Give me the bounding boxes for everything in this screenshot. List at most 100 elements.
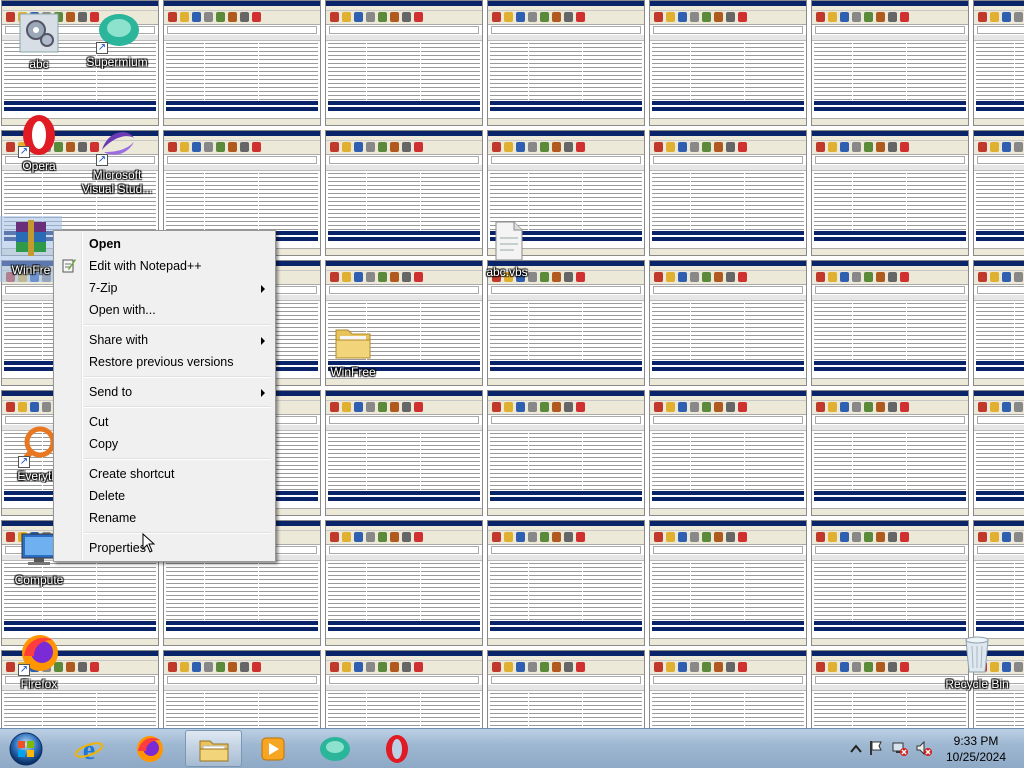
menu-item-edit-with-notepad[interactable]: Edit with Notepad++ — [56, 255, 273, 277]
taskbar: e 9:33 PM 10/25/2024 — [0, 728, 1024, 768]
desktop-icon-supermium[interactable]: ↗ Supermium — [78, 8, 156, 69]
file-manager-thumbnail — [811, 520, 969, 646]
menu-item-properties[interactable]: Properties — [56, 537, 273, 559]
menu-separator — [84, 532, 271, 534]
submenu-arrow-icon — [261, 285, 265, 293]
menu-item-open[interactable]: Open — [56, 233, 273, 255]
supermium-icon: ↗ — [94, 8, 140, 54]
windows-orb-icon — [9, 732, 43, 766]
menu-item-label: Properties — [89, 541, 146, 555]
menu-item-create-shortcut[interactable]: Create shortcut — [56, 463, 273, 485]
gear-settings-icon — [16, 10, 62, 56]
opera-icon — [386, 734, 408, 763]
menu-separator — [84, 458, 271, 460]
shortcut-arrow-icon: ↗ — [18, 456, 30, 468]
supermium-icon — [320, 736, 350, 761]
taskbar-firefox[interactable] — [123, 730, 177, 767]
menu-item-copy[interactable]: Copy — [56, 433, 273, 455]
visual-studio-icon: ↗ — [94, 120, 140, 166]
desktop-icon-winfree-folder[interactable]: WinFree — [314, 318, 392, 379]
file-manager-thumbnail — [325, 650, 483, 728]
menu-item-rename[interactable]: Rename — [56, 507, 273, 529]
firefox-icon — [137, 735, 163, 762]
shortcut-arrow-icon: ↗ — [96, 42, 108, 54]
file-manager-thumbnail — [325, 520, 483, 646]
menu-item-delete[interactable]: Delete — [56, 485, 273, 507]
file-manager-thumbnail — [811, 130, 969, 256]
menu-item-7zip[interactable]: 7-Zip — [56, 277, 273, 299]
start-button[interactable] — [4, 731, 48, 767]
action-center-flag-icon[interactable] — [868, 740, 884, 756]
menu-item-restore-previous-versions[interactable]: Restore previous versions — [56, 351, 273, 373]
file-manager-thumbnail — [163, 0, 321, 126]
file-manager-thumbnail — [973, 0, 1024, 126]
menu-item-label: Edit with Notepad++ — [89, 259, 202, 273]
submenu-arrow-icon — [261, 389, 265, 397]
desktop-icon-label: Recycle Bin — [945, 678, 1009, 691]
menu-item-cut[interactable]: Cut — [56, 411, 273, 433]
menu-item-label: Share with — [89, 333, 149, 347]
desktop-icon-abc[interactable]: abc — [0, 10, 78, 71]
menu-item-send-to[interactable]: Send to — [56, 381, 273, 403]
folder-icon — [199, 740, 228, 761]
taskbar-opera[interactable] — [370, 730, 424, 767]
taskbar-supermium[interactable] — [308, 730, 362, 767]
desktop-icon-label: Compute — [14, 574, 64, 587]
file-manager-thumbnail — [487, 0, 645, 126]
menu-item-label: Open with... — [89, 303, 156, 317]
desktop-icon-abc-vbs[interactable]: abc.vbs — [468, 218, 546, 279]
file-manager-thumbnail — [487, 650, 645, 728]
file-manager-thumbnail — [973, 260, 1024, 386]
file-manager-thumbnail — [649, 260, 807, 386]
file-manager-thumbnail — [973, 130, 1024, 256]
menu-item-label: Copy — [89, 437, 119, 451]
menu-separator — [84, 376, 271, 378]
menu-item-label: Open — [89, 237, 121, 251]
show-hidden-icons-chevron-icon[interactable] — [850, 743, 866, 759]
submenu-arrow-icon — [261, 337, 265, 345]
desktop-icon-firefox[interactable]: ↗ Firefox — [0, 630, 78, 691]
menu-item-share-with[interactable]: Share with — [56, 329, 273, 351]
file-manager-thumbnail — [649, 0, 807, 126]
menu-item-label: Cut — [89, 415, 109, 429]
file-manager-thumbnail — [325, 390, 483, 516]
recycle-bin-icon — [954, 630, 1000, 676]
menu-item-open-with[interactable]: Open with... — [56, 299, 273, 321]
folder-icon — [330, 318, 376, 364]
file-manager-thumbnail — [649, 520, 807, 646]
desktop[interactable]: abc ↗ Supermium ↗ Opera ↗ Microsoft Visu… — [0, 0, 1024, 728]
firefox-icon: ↗ — [16, 630, 62, 676]
notepad-plus-plus-icon — [62, 258, 76, 273]
desktop-icon-visual-studio[interactable]: ↗ Microsoft Visual Stud... — [78, 120, 156, 196]
file-manager-thumbnail — [811, 260, 969, 386]
file-manager-thumbnail — [325, 130, 483, 256]
shortcut-arrow-icon: ↗ — [18, 146, 30, 158]
file-manager-thumbnail — [973, 520, 1024, 646]
shortcut-arrow-icon: ↗ — [96, 154, 108, 166]
clock-date: 10/25/2024 — [945, 750, 1007, 764]
taskbar-media-player[interactable] — [246, 730, 300, 767]
menu-separator — [84, 406, 271, 408]
file-manager-thumbnail — [487, 520, 645, 646]
context-menu[interactable]: Open Edit with Notepad++ 7-Zip Open with… — [53, 230, 276, 562]
desktop-icon-label: Opera — [22, 160, 56, 173]
taskbar-internet-explorer[interactable]: e — [62, 730, 116, 767]
file-manager-thumbnail — [811, 390, 969, 516]
system-clock[interactable]: 9:33 PM 10/25/2024 — [936, 733, 1016, 765]
desktop-icon-label: Firefox — [20, 678, 58, 691]
menu-item-label: Rename — [89, 511, 137, 525]
file-manager-thumbnail — [649, 390, 807, 516]
svg-text:e: e — [83, 735, 95, 764]
desktop-icon-recycle-bin[interactable]: Recycle Bin — [938, 630, 1016, 691]
menu-item-label: Send to — [89, 385, 133, 399]
clock-time: 9:33 PM — [953, 734, 999, 748]
volume-muted-icon[interactable] — [916, 740, 932, 756]
taskbar-file-explorer[interactable] — [185, 730, 242, 767]
menu-item-label: Restore previous versions — [89, 355, 234, 369]
network-disconnected-icon[interactable] — [892, 740, 908, 756]
menu-item-label: Delete — [89, 489, 126, 503]
desktop-icon-opera[interactable]: ↗ Opera — [0, 112, 78, 173]
desktop-icon-label: abc — [29, 58, 49, 71]
desktop-icon-label: Microsoft Visual Stud... — [81, 168, 153, 196]
file-manager-thumbnail — [325, 0, 483, 126]
